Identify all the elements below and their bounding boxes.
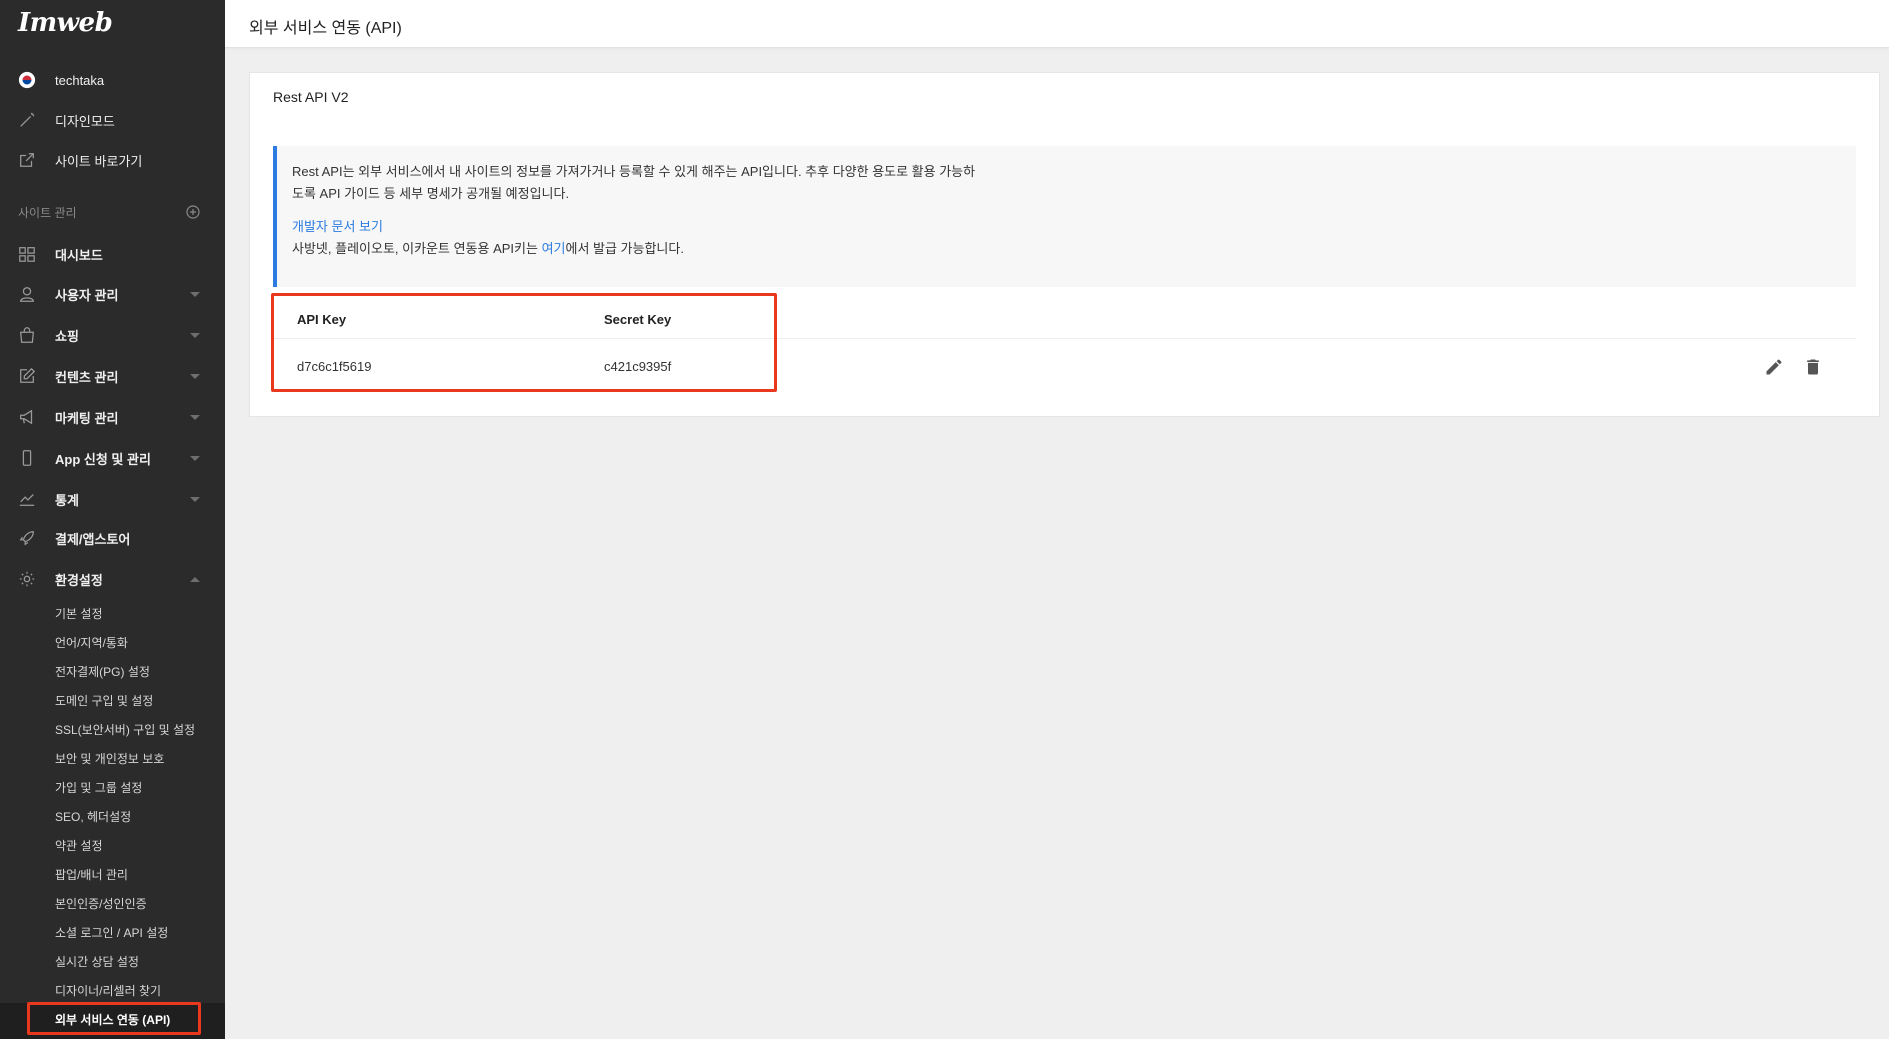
sidebar-item-design-mode[interactable]: 디자인모드 (0, 102, 225, 138)
sub-item-verification[interactable]: 본인인증/성인인증 (55, 895, 147, 912)
sub-item-designer-reseller[interactable]: 디자이너/리셀러 찾기 (55, 982, 161, 999)
chevron-down-icon (190, 414, 200, 420)
trash-icon[interactable] (1803, 357, 1823, 377)
rocket-icon (17, 528, 37, 548)
sidebar-item-label: 사이트 바로가기 (55, 153, 143, 169)
chart-icon (17, 489, 37, 509)
sidebar-item-label: 환경설정 (55, 572, 103, 588)
imweb-logo[interactable]: Imweb (18, 8, 113, 38)
pencil-icon[interactable] (1764, 357, 1784, 377)
sub-item-live-chat[interactable]: 실시간 상담 설정 (55, 953, 139, 970)
sub-item-domain[interactable]: 도메인 구입 및 설정 (55, 692, 153, 709)
info-line-2: 도록 API 가이드 등 세부 명세가 공개될 예정입니다. (292, 186, 570, 201)
sub-item-pg[interactable]: 전자결제(PG) 설정 (55, 663, 150, 680)
dashboard-icon (17, 244, 37, 264)
sidebar-item-visit-site[interactable]: 사이트 바로가기 (0, 142, 225, 178)
sub-item-social-login[interactable]: 소셜 로그인 / API 설정 (55, 924, 168, 941)
sidebar-item-site-name[interactable]: techtaka (0, 62, 225, 98)
info-line-4: 사방넷, 플레이오토, 이카운트 연동용 API키는 여기에서 발급 가능합니다… (292, 238, 684, 257)
sidebar-item-label: 마케팅 관리 (55, 410, 119, 426)
user-icon (17, 284, 37, 304)
info-line-4-suffix: 에서 발급 가능합니다. (565, 241, 684, 256)
sub-item-basic-settings[interactable]: 기본 설정 (55, 605, 103, 622)
chevron-down-icon (190, 332, 200, 338)
sidebar-item-label: 결제/앱스토어 (55, 531, 131, 547)
sidebar-item-dashboard[interactable]: 대시보드 (0, 236, 225, 272)
info-box: Rest API는 외부 서비스에서 내 사이트의 정보를 가져가거나 등록할 … (273, 146, 1856, 287)
megaphone-icon (17, 407, 37, 427)
sidebar-item-marketing[interactable]: 마케팅 관리 (0, 399, 225, 435)
card-title: Rest API V2 (273, 89, 349, 105)
page-header: 외부 서비스 연동 (API) (225, 0, 1889, 48)
chevron-up-icon (190, 576, 200, 582)
gear-icon (17, 569, 37, 589)
developer-docs-link[interactable]: 개발자 문서 보기 (292, 216, 383, 235)
info-line-4-prefix: 사방넷, 플레이오토, 이카운트 연동용 API키는 (292, 241, 542, 256)
highlight-box-api-keys (271, 293, 777, 392)
sidebar-item-stats[interactable]: 통계 (0, 481, 225, 517)
sidebar-item-shopping[interactable]: 쇼핑 (0, 317, 225, 353)
chevron-down-icon (190, 373, 200, 379)
magic-wand-icon (17, 110, 37, 130)
section-label-site-management: 사이트 관리 (18, 206, 77, 220)
sidebar: Imweb techtaka 디자인모드 사이트 바로가기 사이트 관리 대시보… (0, 0, 225, 1039)
edit-icon (17, 366, 37, 386)
sidebar-item-settings[interactable]: 환경설정 (0, 561, 225, 597)
plus-circle-icon[interactable] (186, 205, 200, 219)
sub-item-security[interactable]: 보안 및 개인정보 보호 (55, 750, 164, 767)
sub-item-join-group[interactable]: 가입 및 그룹 설정 (55, 779, 142, 796)
sidebar-item-users[interactable]: 사용자 관리 (0, 276, 225, 312)
chevron-down-icon (190, 455, 200, 461)
sub-item-seo[interactable]: SEO, 헤더설정 (55, 808, 131, 825)
korea-flag-icon (17, 70, 37, 90)
sidebar-item-label: 대시보드 (55, 247, 103, 263)
chevron-down-icon (190, 291, 200, 297)
sidebar-item-app[interactable]: App 신청 및 관리 (0, 440, 225, 476)
sidebar-item-label: 통계 (55, 492, 79, 508)
sub-item-popup-banner[interactable]: 팝업/배너 관리 (55, 866, 128, 883)
mobile-icon (17, 448, 37, 468)
sub-item-ssl[interactable]: SSL(보안서버) 구입 및 설정 (55, 721, 195, 738)
here-link[interactable]: 여기 (542, 241, 566, 256)
sidebar-item-payment-appstore[interactable]: 결제/앱스토어 (0, 520, 225, 556)
info-line-1: Rest API는 외부 서비스에서 내 사이트의 정보를 가져가거나 등록할 … (292, 164, 976, 179)
sidebar-item-label: 디자인모드 (55, 113, 115, 129)
sidebar-item-label: techtaka (55, 72, 105, 88)
chevron-down-icon (190, 496, 200, 502)
sidebar-item-label: App 신청 및 관리 (55, 451, 151, 467)
sidebar-item-label: 컨텐츠 관리 (55, 369, 119, 385)
sidebar-item-label: 쇼핑 (55, 328, 79, 344)
page-title: 외부 서비스 연동 (API) (249, 20, 402, 37)
shopping-bag-icon (17, 325, 37, 345)
sub-item-language[interactable]: 언어/지역/통화 (55, 634, 128, 651)
sub-item-terms[interactable]: 약관 설정 (55, 837, 103, 854)
sidebar-item-label: 사용자 관리 (55, 287, 119, 303)
highlight-box-sidebar (27, 1002, 201, 1035)
sidebar-item-contents[interactable]: 컨텐츠 관리 (0, 358, 225, 394)
external-link-icon (17, 150, 37, 170)
